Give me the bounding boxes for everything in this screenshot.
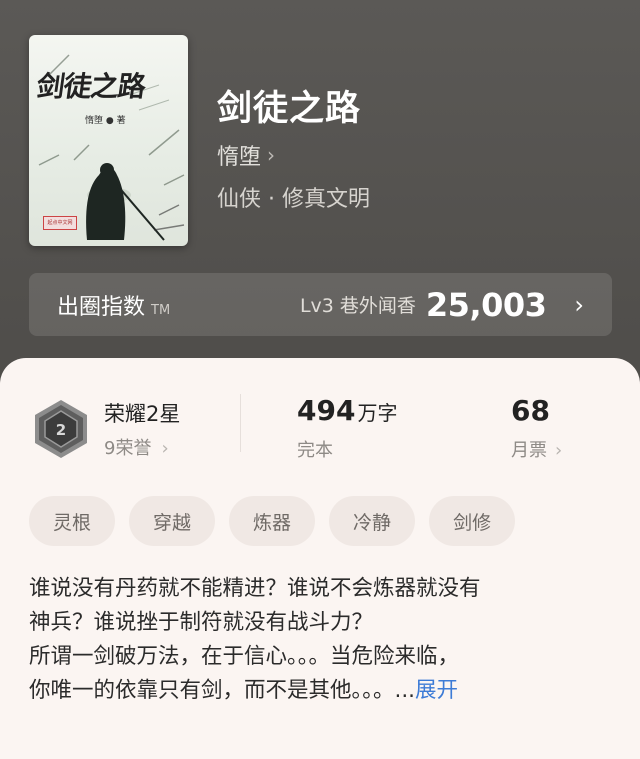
expand-link[interactable]: 展开 [415,678,458,703]
index-label-group: 出圈指数 TM [57,289,170,321]
book-description: 谁说没有丹药就不能精进？谁说不会炼器就没有 神兵？谁说挫于制符就没有战斗力？ 所… [29,572,609,708]
cover-author: 惰堕 ● 著 [85,116,126,126]
stats-divider [240,394,241,452]
tag-chip[interactable]: 炼器 [229,496,316,546]
stats-row: 2 荣耀2星 9荣誉 › 494 万字 完本 68 月票 › [0,358,640,478]
honor-medal-icon[interactable]: 2 [30,398,92,460]
index-score: 25,003 [425,285,547,324]
chevron-right-icon: › [555,440,563,461]
trademark-mark: TM [151,302,171,318]
description-line: 你唯一的依靠只有剑，而不是其他。。。... [29,678,416,703]
chevron-right-icon: › [574,290,584,319]
publisher-badge: 起点中文网 [43,216,77,230]
tag-chip[interactable]: 剑修 [429,496,516,546]
book-detail-panel: 2 荣耀2星 9荣誉 › 494 万字 完本 68 月票 › 灵根 穿越 炼器 冷静… [0,358,640,759]
description-line: 所谓一剑破万法，在于信心。。。当危险来临， [29,644,460,669]
description-line: 谁说没有丹药就不能精进？谁说不会炼器就没有 [29,576,481,601]
chevron-right-icon: › [267,143,276,167]
tag-chip[interactable]: 灵根 [29,496,116,546]
monthly-votes-link[interactable]: 月票 › [511,436,562,462]
index-value-group: Lv3 巷外闻香 25,003 › [300,286,584,324]
honor-title: 荣耀2星 [104,402,181,426]
author-name: 惰堕 [217,145,262,170]
book-header: 剑徒之路 惰堕 ● 著 起点中文网 剑徒之路 惰堕 › 仙侠 · 修真文明 出圈… [0,0,640,360]
book-genre[interactable]: 仙侠 · 修真文明 [217,181,370,213]
book-cover[interactable]: 剑徒之路 惰堕 ● 著 起点中文网 [29,35,188,246]
monthly-votes-number: 68 [511,394,550,427]
tag-chip[interactable]: 穿越 [129,496,216,546]
chevron-right-icon: › [161,438,169,459]
index-label: 出圈指数 [57,294,146,320]
tag-chip[interactable]: 冷静 [329,496,416,546]
svg-text:2: 2 [56,421,66,439]
word-count-unit: 万字 [357,401,398,425]
description-line: 神兵？谁说挫于制符就没有战斗力？ [29,610,374,635]
honor-count: 9荣誉 [104,438,152,459]
author-link[interactable]: 惰堕 › [217,139,275,171]
word-count: 494 万字 [297,394,397,427]
cover-title: 剑徒之路 [34,70,148,103]
word-count-number: 494 [297,394,356,427]
index-level: Lv3 巷外闻香 [299,295,416,317]
popularity-index-bar[interactable]: 出圈指数 TM Lv3 巷外闻香 25,003 › [29,273,612,336]
honor-count-link[interactable]: 9荣誉 › [104,434,169,460]
completion-status: 完本 [297,440,333,461]
description-line-last: 你唯一的依靠只有剑，而不是其他。。。...展开 [29,674,609,708]
monthly-votes-label: 月票 [511,440,547,461]
tag-list: 灵根 穿越 炼器 冷静 剑修 [29,496,516,546]
book-title: 剑徒之路 [217,88,362,129]
